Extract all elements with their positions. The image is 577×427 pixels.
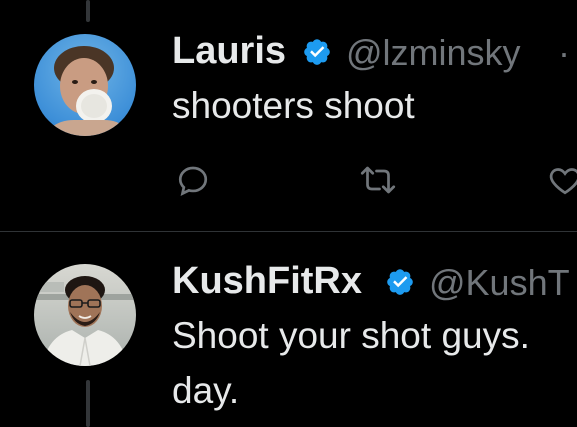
like-icon[interactable] bbox=[545, 162, 577, 198]
thread-connector-line bbox=[86, 0, 90, 22]
display-name[interactable]: KushFitRx bbox=[172, 260, 362, 303]
avatar-photo-2 bbox=[34, 276, 136, 366]
display-name[interactable]: Lauris bbox=[172, 30, 286, 73]
repost-icon[interactable] bbox=[356, 162, 400, 198]
reply-icon[interactable] bbox=[173, 162, 213, 198]
handle[interactable]: @lzminsky bbox=[346, 32, 521, 74]
post-text-line-1: Shoot your shot guys. bbox=[172, 315, 530, 356]
verified-badge-icon[interactable] bbox=[385, 267, 415, 297]
avatar[interactable] bbox=[34, 34, 136, 136]
post-text-line-2: day. bbox=[172, 370, 240, 411]
avatar-photo-1 bbox=[44, 46, 130, 136]
post-divider bbox=[0, 231, 577, 232]
post-text: shooters shoot bbox=[172, 85, 415, 126]
separator-dot: · bbox=[558, 32, 570, 73]
avatar[interactable] bbox=[34, 264, 136, 366]
handle[interactable]: @KushT bbox=[429, 262, 570, 304]
verified-badge-icon[interactable] bbox=[302, 37, 332, 67]
thread-connector-line bbox=[86, 380, 90, 427]
